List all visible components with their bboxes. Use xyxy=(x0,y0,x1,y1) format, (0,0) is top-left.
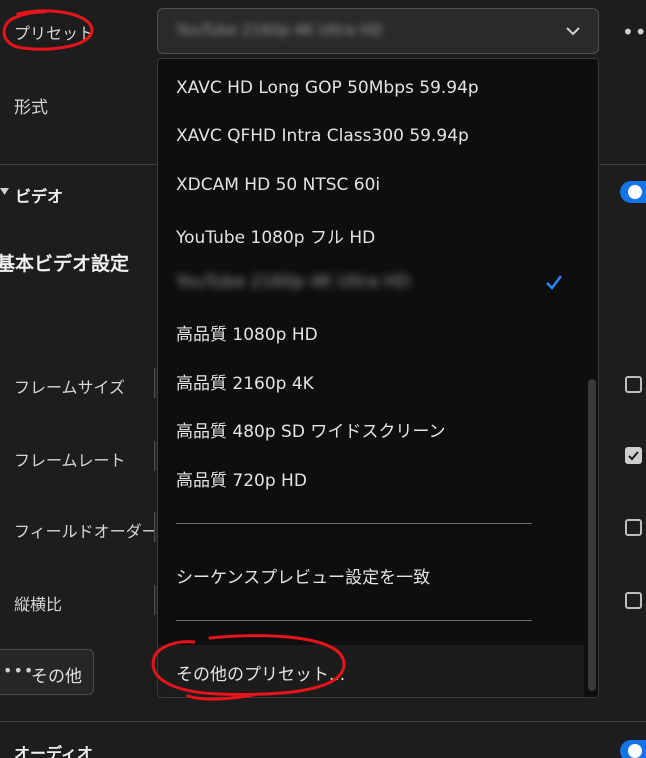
aspect-ratio-checkbox[interactable] xyxy=(625,592,642,609)
preset-option[interactable]: 高品質 2160p 4K xyxy=(176,369,314,394)
more-presets-option[interactable]: その他のプリセット... xyxy=(158,645,584,697)
frame-rate-label: フレームレート xyxy=(14,451,126,470)
more-video-settings-button[interactable]: ••• その他 xyxy=(0,649,94,695)
format-label: 形式 xyxy=(14,98,48,118)
scrollbar-thumb[interactable] xyxy=(588,379,596,691)
preset-option[interactable]: XAVC QFHD Intra Class300 59.94p xyxy=(176,126,469,146)
more-options-icon[interactable]: ••• xyxy=(622,20,646,44)
field-order-label: フィールドオーダー xyxy=(14,522,158,541)
preset-option[interactable]: 高品質 1080p HD xyxy=(176,320,318,345)
preset-select[interactable]: YouTube 2160p 4K Ultra HD xyxy=(157,8,599,54)
frame-rate-checkbox[interactable] xyxy=(625,447,642,464)
preset-option[interactable]: 高品質 720p HD xyxy=(176,466,307,491)
basic-video-settings-title: 基本ビデオ設定 xyxy=(0,253,130,275)
checkmark-icon xyxy=(628,451,639,461)
more-presets-label: その他のプリセット... xyxy=(176,665,346,685)
collapse-arrow-icon[interactable] xyxy=(0,187,10,197)
preset-option[interactable]: YouTube 1080p フル HD xyxy=(176,223,375,248)
preset-dropdown-menu: XAVC HD Long GOP 50Mbps 59.94p XAVC QFHD… xyxy=(157,58,599,698)
frame-size-label: フレームサイズ xyxy=(14,378,126,397)
match-sequence-option[interactable]: シーケンスプレビュー設定を一致 xyxy=(176,563,430,588)
more-video-settings-label: その他 xyxy=(31,667,82,687)
ellipsis-icon: ••• xyxy=(3,661,35,680)
export-settings-panel: プリセット YouTube 2160p 4K Ultra HD ••• 形式 ビ… xyxy=(0,0,646,758)
preset-selected-value: YouTube 2160p 4K Ultra HD xyxy=(176,21,383,39)
audio-toggle[interactable] xyxy=(620,740,646,758)
selected-check-icon xyxy=(546,275,562,290)
field-order-checkbox[interactable] xyxy=(625,519,642,536)
preset-option[interactable]: XDCAM HD 50 NTSC 60i xyxy=(176,175,380,195)
chevron-down-icon xyxy=(566,27,580,36)
audio-section-title: オーディオ xyxy=(14,744,93,758)
preset-option[interactable]: 高品質 480p SD ワイドスクリーン xyxy=(176,417,445,442)
frame-size-checkbox[interactable] xyxy=(625,376,642,393)
section-divider xyxy=(0,721,646,722)
menu-divider xyxy=(176,620,532,621)
preset-label: プリセット xyxy=(14,24,95,43)
aspect-ratio-label: 縦横比 xyxy=(14,595,63,614)
preset-option[interactable]: XAVC HD Long GOP 50Mbps 59.94p xyxy=(176,78,479,98)
video-section-title: ビデオ xyxy=(15,187,64,206)
video-toggle[interactable] xyxy=(620,181,646,203)
preset-option-selected[interactable]: YouTube 2160p 4K Ultra HD xyxy=(176,272,410,292)
menu-divider xyxy=(176,523,532,524)
